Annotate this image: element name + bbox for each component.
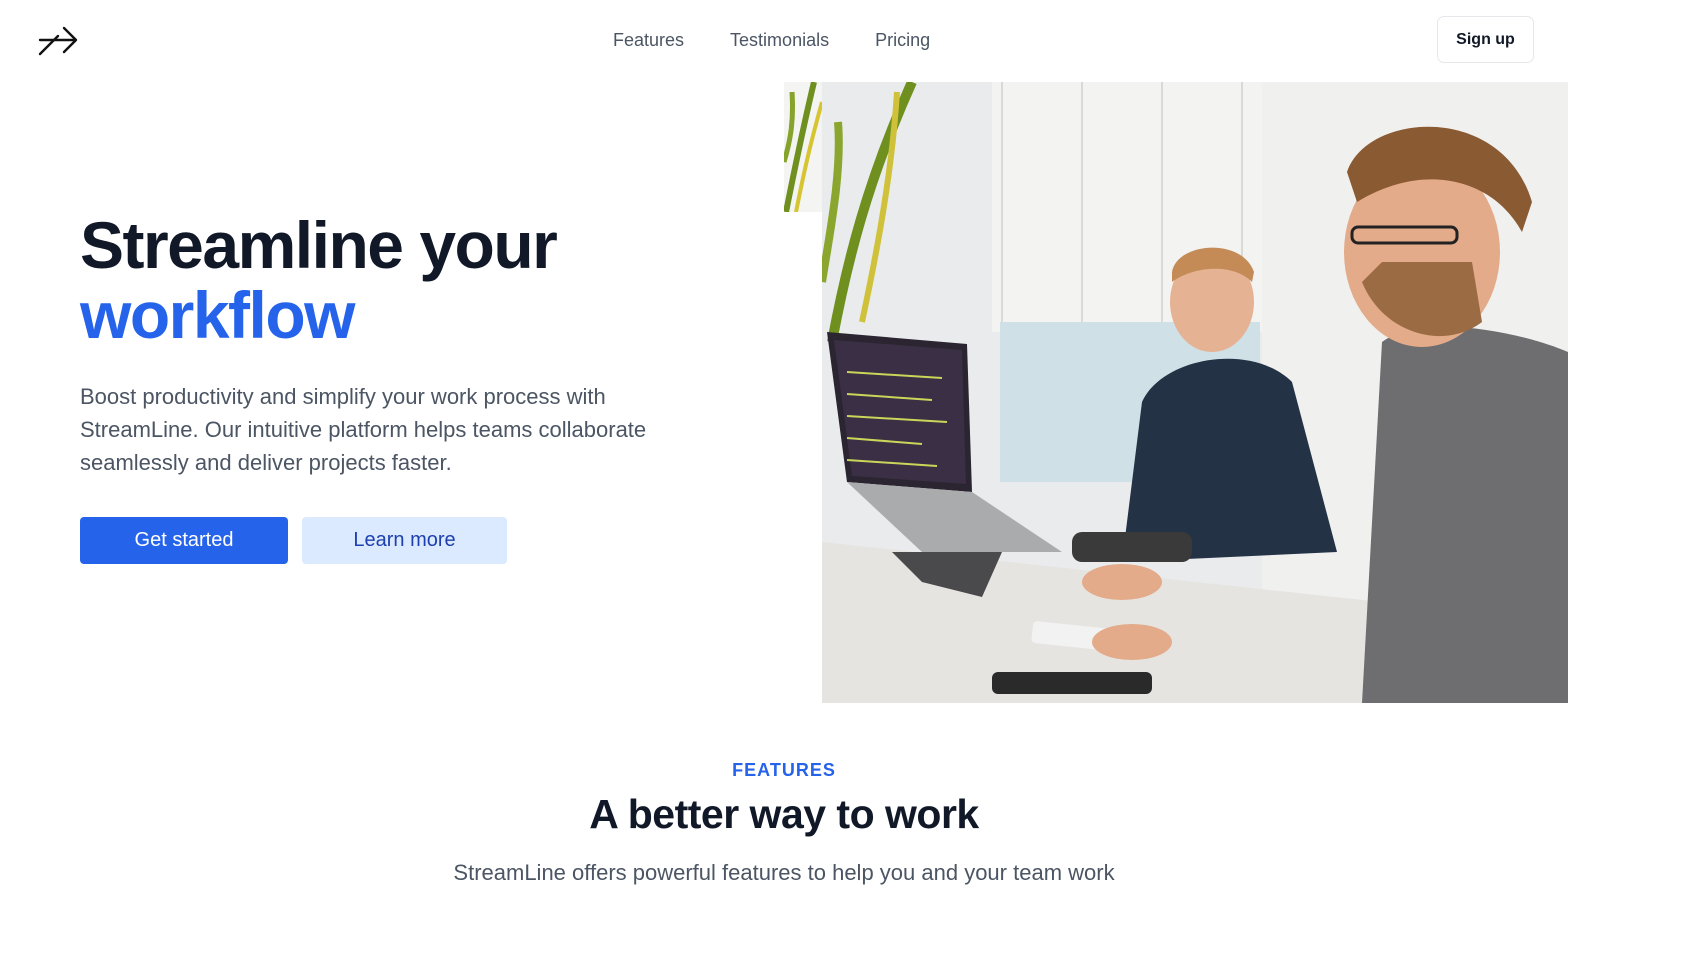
hero-title: Streamline your workflow	[80, 210, 780, 350]
nav-link-testimonials[interactable]: Testimonials	[730, 28, 829, 52]
nav-link-features[interactable]: Features	[613, 28, 684, 52]
hero-description: Boost productivity and simplify your wor…	[80, 384, 647, 475]
features-subtitle: StreamLine offers powerful features to h…	[453, 860, 1115, 885]
features-title: A better way to work	[589, 791, 979, 837]
features-section: FEATURES A better way to work StreamLine…	[0, 760, 1568, 886]
hero-image-plant-edge	[784, 82, 822, 212]
features-eyebrow: FEATURES	[732, 760, 836, 780]
hero-section: Streamline your workflow Boost productiv…	[80, 210, 780, 564]
signup-button[interactable]: Sign up	[1437, 16, 1534, 63]
arrow-up-right-icon[interactable]	[38, 18, 80, 58]
site-header: Features Testimonials Pricing Sign up	[0, 0, 1691, 82]
learn-more-button[interactable]: Learn more	[302, 517, 507, 564]
get-started-button[interactable]: Get started	[80, 517, 288, 564]
hero-image	[822, 82, 1568, 703]
hero-title-line1: Streamline your	[80, 208, 558, 282]
main-nav: Features Testimonials Pricing	[613, 28, 930, 52]
hero-title-accent: workflow	[80, 278, 356, 352]
hero-actions: Get started Learn more	[80, 517, 780, 564]
nav-link-pricing[interactable]: Pricing	[875, 28, 930, 52]
